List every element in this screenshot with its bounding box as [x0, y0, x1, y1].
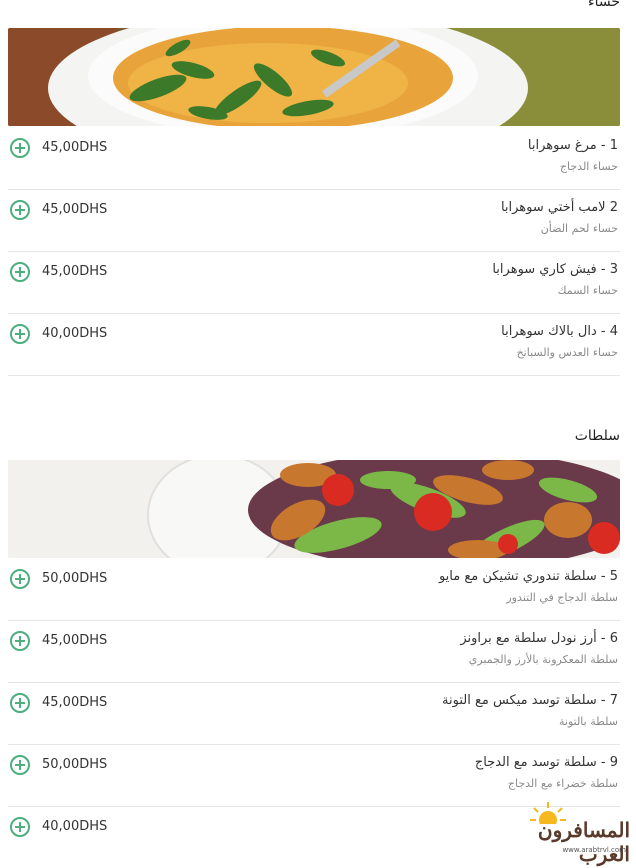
soup-banner-image	[8, 28, 620, 126]
item-description: سلطة بالتونة	[558, 715, 618, 728]
item-name: 4 - دال بالاك سوهرابا	[501, 324, 618, 339]
item-name: 1 - مرغ سوهرابا	[527, 138, 618, 153]
menu-item: 45,00DHS 7 - سلطة توسد ميكس مع التونة سل…	[8, 682, 620, 745]
item-description: سلطة خضراء مع الدجاج	[507, 777, 618, 790]
add-item-button[interactable]	[10, 631, 30, 651]
menu-item: 40,00DHS 4 - دال بالاك سوهرابا حساء العد…	[8, 313, 620, 376]
add-item-button[interactable]	[10, 693, 30, 713]
item-description: حساء لحم الضأن	[540, 222, 618, 235]
menu-item: 50,00DHS 9 - سلطة توسد مع الدجاج سلطة خض…	[8, 744, 620, 807]
item-description: سلطة الدجاج في التندور	[506, 591, 618, 604]
menu-item: 45,00DHS 3 - فيش كاري سوهرابا حساء السمك	[8, 251, 620, 314]
item-description: حساء العدس والسبانخ	[516, 346, 618, 359]
add-item-button[interactable]	[10, 262, 30, 282]
item-price: 45,00DHS	[42, 264, 108, 279]
item-name: 7 - سلطة توسد ميكس مع التونة	[442, 693, 618, 708]
item-description: حساء الدجاج	[559, 160, 618, 173]
item-name: 6 - أرز نودل سلطة مع براونز	[460, 631, 618, 646]
item-name: 9 - سلطة توسد مع الدجاج	[474, 755, 618, 770]
watermark-logo: المسافرون العرب www.arabtrvl.com	[520, 800, 630, 866]
item-price: 45,00DHS	[42, 140, 108, 155]
item-price: 40,00DHS	[42, 819, 108, 834]
menu-item: 50,00DHS 5 - سلطة تندوري تشيكن مع مايو س…	[8, 558, 620, 621]
item-price: 45,00DHS	[42, 633, 108, 648]
item-price: 45,00DHS	[42, 202, 108, 217]
watermark-url: www.arabtrvl.com	[562, 846, 626, 854]
item-name: 2 لامب أختي سوهرابا	[500, 200, 618, 215]
section-title-salads: سلطات	[574, 428, 620, 444]
menu-item: 45,00DHS 2 لامب أختي سوهرابا حساء لحم ال…	[8, 189, 620, 252]
add-item-button[interactable]	[10, 138, 30, 158]
item-name: 3 - فيش كاري سوهرابا	[492, 262, 618, 277]
item-description: سلطة المعكرونة بالأرز والجمبري	[468, 653, 618, 666]
item-description: حساء السمك	[557, 284, 618, 297]
add-item-button[interactable]	[10, 755, 30, 775]
add-item-button[interactable]	[10, 200, 30, 220]
add-item-button[interactable]	[10, 569, 30, 589]
section-title-soups: حساء	[588, 0, 620, 10]
menu-item: 45,00DHS 6 - أرز نودل سلطة مع براونز سلط…	[8, 620, 620, 683]
salad-banner-image	[8, 460, 620, 558]
add-item-button[interactable]	[10, 324, 30, 344]
item-price: 50,00DHS	[42, 757, 108, 772]
add-item-button[interactable]	[10, 817, 30, 837]
item-name: 5 - سلطة تندوري تشيكن مع مايو	[438, 569, 618, 584]
menu-item: 45,00DHS 1 - مرغ سوهرابا حساء الدجاج	[8, 127, 620, 190]
item-price: 40,00DHS	[42, 326, 108, 341]
watermark-text: المسافرون العرب	[537, 818, 630, 866]
item-price: 45,00DHS	[42, 695, 108, 710]
item-price: 50,00DHS	[42, 571, 108, 586]
